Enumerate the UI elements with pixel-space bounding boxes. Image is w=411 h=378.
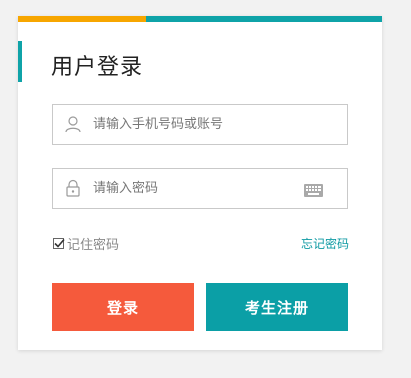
remember-label: 记住密码 (67, 238, 120, 253)
user-icon (64, 115, 82, 133)
login-card: 用户登录 请输入手机号码或账号 记住密码 忘记密码 登录 考生注册 (18, 16, 382, 350)
forgot-password-link[interactable]: 忘记密码 (301, 235, 349, 252)
password-field[interactable] (52, 168, 348, 209)
top-accent-orange (18, 16, 146, 22)
phone-input[interactable] (93, 105, 293, 144)
password-input[interactable] (93, 169, 293, 208)
top-accent-bar (18, 16, 382, 22)
title-accent-bar (18, 41, 22, 82)
login-title: 用户登录 (51, 55, 144, 80)
phone-field[interactable] (52, 104, 348, 145)
login-button[interactable]: 登录 (52, 283, 194, 331)
checkbox-box[interactable] (53, 238, 65, 249)
top-accent-teal (146, 16, 382, 22)
register-button[interactable]: 考生注册 (206, 283, 348, 331)
remember-password-checkbox[interactable]: 记住密码 (53, 234, 119, 253)
keyboard-icon[interactable] (304, 182, 323, 197)
check-icon (54, 238, 65, 248)
lock-icon (64, 179, 82, 197)
